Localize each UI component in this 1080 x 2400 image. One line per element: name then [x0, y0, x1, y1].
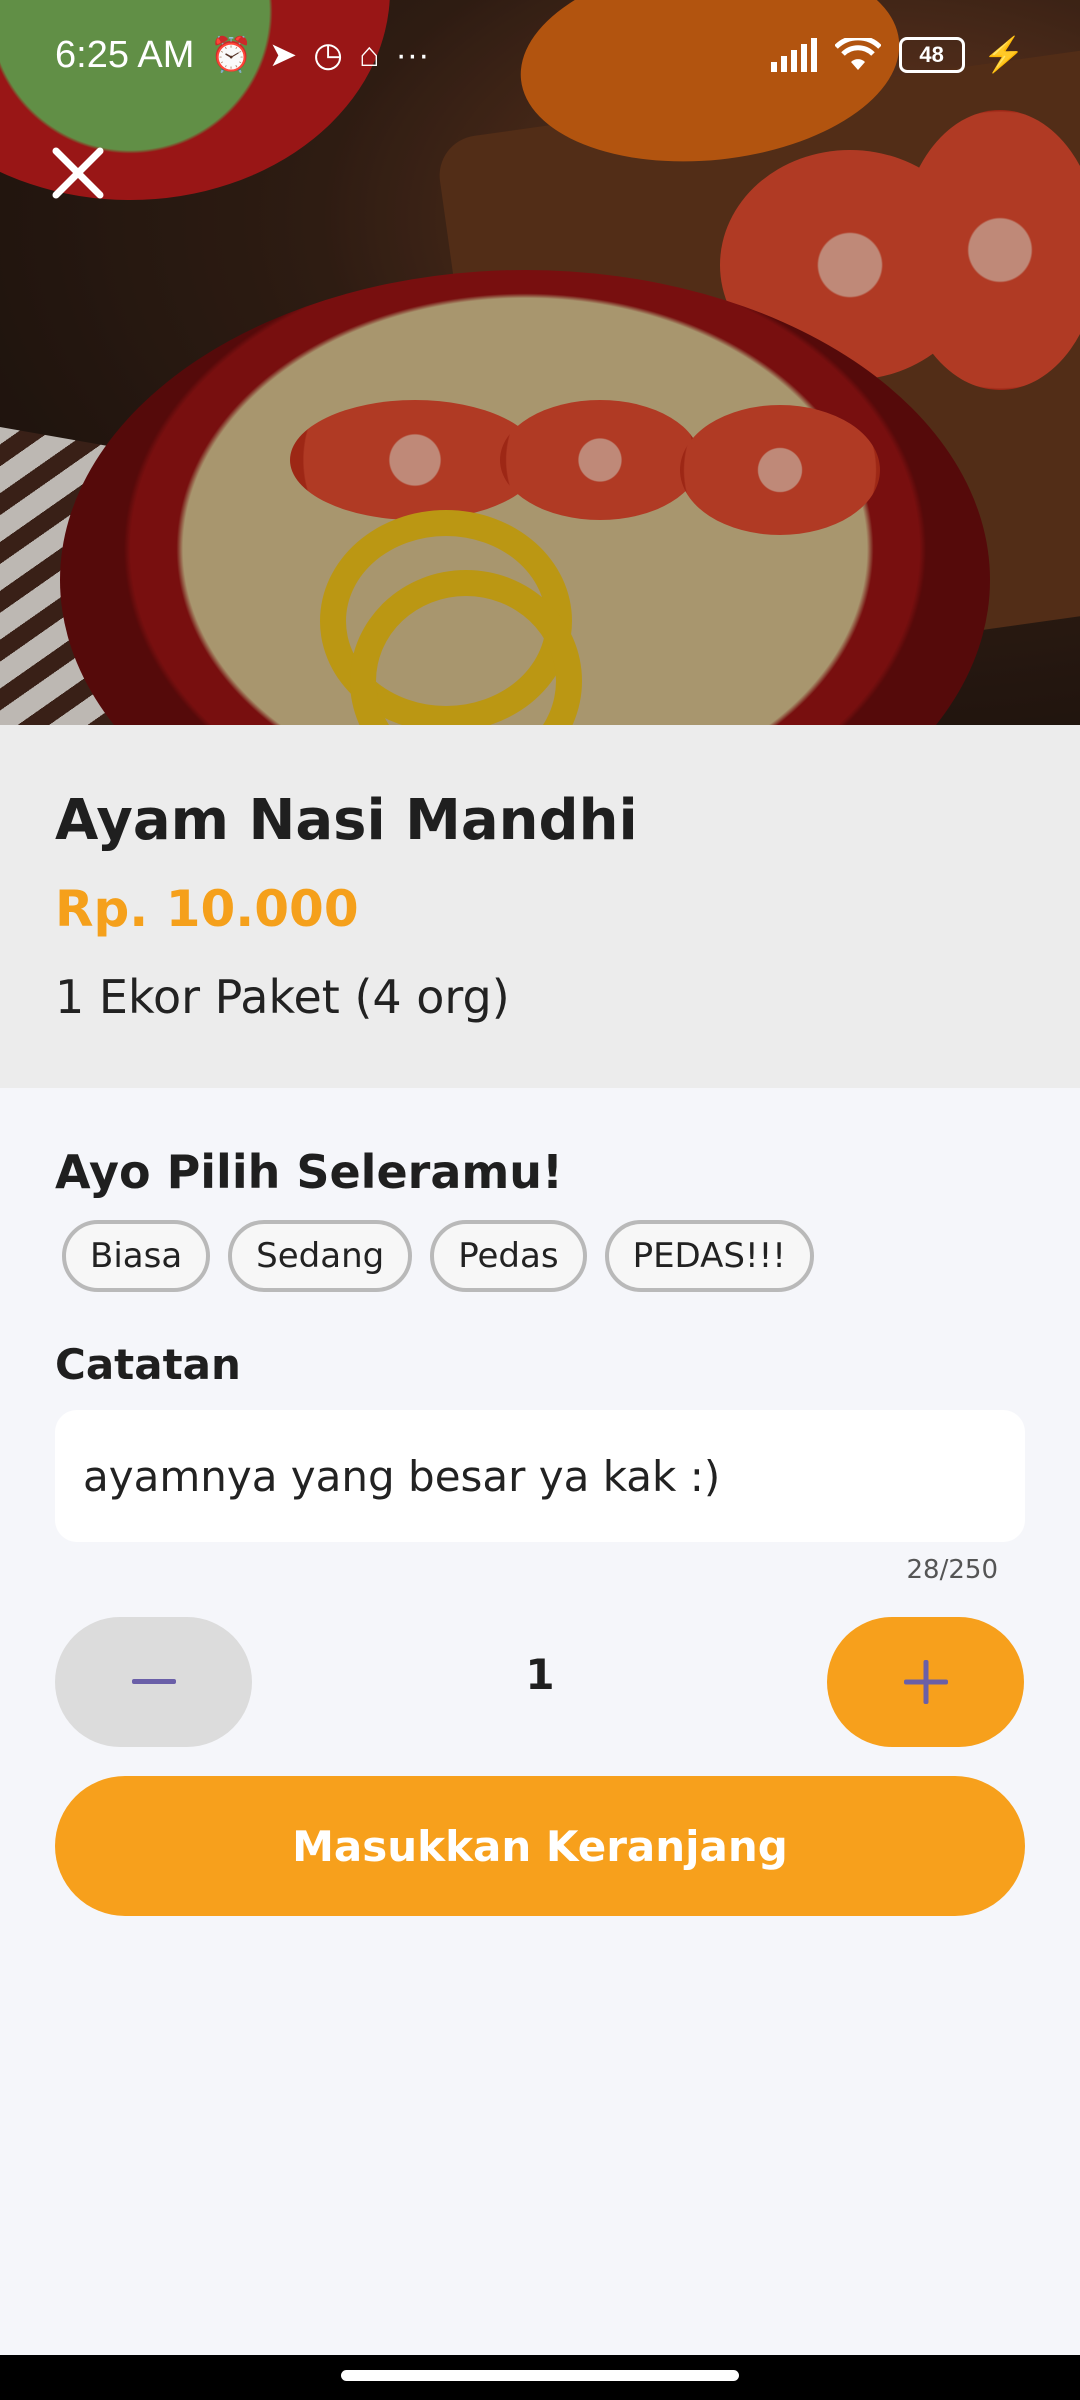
more-dots-icon: ···	[395, 35, 430, 74]
note-char-counter: 28/250	[906, 1555, 998, 1585]
increase-quantity-button[interactable]	[827, 1617, 1024, 1747]
signal-icon	[770, 38, 817, 72]
status-bar: 6:25 AM ⏰ ➤ ◷ ⌂ ··· 48 ⚡	[0, 0, 1080, 110]
product-title: Ayam Nasi Mandhi	[55, 788, 638, 853]
spice-section-label: Ayo Pilih Seleramu!	[55, 1145, 564, 1199]
spice-chip-sedang[interactable]: Sedang	[228, 1220, 413, 1292]
note-input[interactable]: ayamnya yang besar ya kak :)	[55, 1410, 1025, 1542]
charging-icon: ⚡	[982, 36, 1025, 74]
spice-chip-pedas-extra[interactable]: PEDAS!!!	[604, 1220, 814, 1292]
battery-level: 48	[919, 42, 944, 67]
note-label: Catatan	[55, 1340, 241, 1389]
add-to-cart-button[interactable]: Masukkan Keranjang	[55, 1776, 1025, 1916]
spice-chip-pedas[interactable]: Pedas	[430, 1220, 587, 1292]
add-to-cart-label: Masukkan Keranjang	[292, 1821, 788, 1871]
home-indicator[interactable]	[341, 2370, 739, 2381]
plus-icon	[903, 1660, 948, 1704]
note-input-value: ayamnya yang besar ya kak :)	[83, 1451, 721, 1501]
alarm-icon: ⏰	[210, 36, 253, 74]
spice-chip-biasa[interactable]: Biasa	[62, 1220, 211, 1292]
status-time: 6:25 AM	[55, 33, 195, 76]
product-description: 1 Ekor Paket (4 org)	[55, 970, 510, 1024]
telegram-icon: ➤	[268, 36, 298, 74]
notification-icon: ⌂	[358, 35, 380, 74]
wifi-icon	[834, 38, 881, 70]
close-button[interactable]	[40, 135, 116, 211]
clock-icon: ◷	[313, 36, 343, 74]
product-price: Rp. 10.000	[55, 880, 359, 938]
close-icon	[52, 147, 104, 199]
spice-options: Biasa Sedang Pedas PEDAS!!!	[62, 1220, 814, 1292]
battery-icon: 48	[898, 37, 965, 73]
